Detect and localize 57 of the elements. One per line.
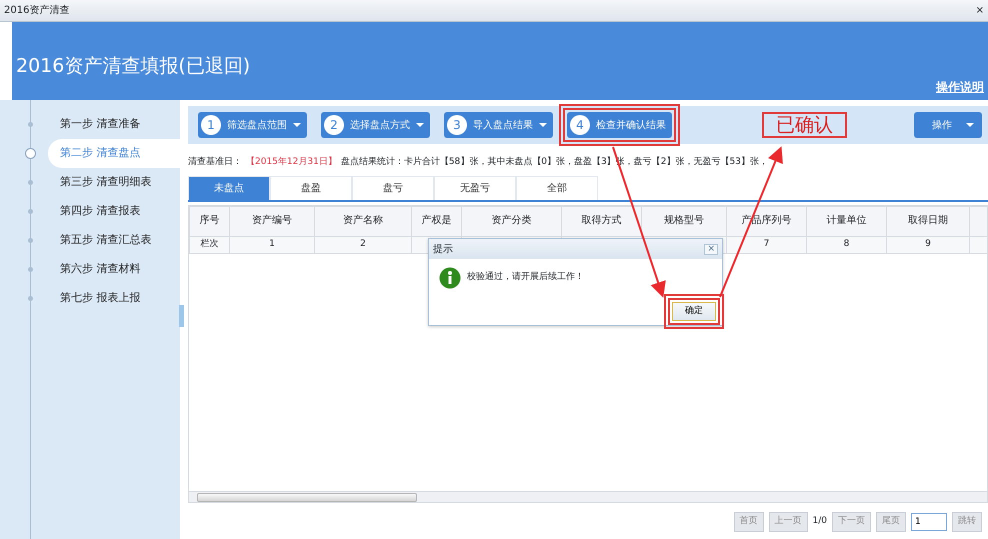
help-link[interactable]: 操作说明 (936, 78, 984, 96)
tab[interactable]: 未盘点 (188, 176, 270, 200)
info-icon (439, 267, 461, 289)
status-label: 已确认 (762, 112, 847, 138)
tab[interactable]: 无盈亏 (434, 176, 516, 200)
first-page-button[interactable]: 首页 (734, 512, 764, 532)
column-header: 序号 (190, 206, 230, 236)
page-input[interactable]: 1 (911, 512, 947, 531)
window-title: 2016资产清查 (4, 4, 70, 18)
date-label: 清查基准日： (188, 156, 242, 169)
tab[interactable]: 盘盈 (270, 176, 352, 200)
table-cell: 2 (314, 236, 412, 253)
sidebar-item[interactable]: 第一步 清查准备 (48, 110, 180, 139)
horizontal-scrollbar[interactable] (188, 491, 988, 503)
table-cell: 7 (726, 236, 806, 253)
close-icon[interactable]: × (976, 3, 984, 18)
caret-icon (293, 123, 301, 127)
sidebar-item[interactable]: 第四步 清查报表 (48, 197, 180, 226)
caret-icon (416, 123, 424, 127)
sidebar-item[interactable]: 第七步 报表上报 (48, 284, 180, 313)
column-header: 取得方式 (562, 206, 642, 236)
last-page-button[interactable]: 尾页 (876, 512, 906, 532)
close-icon[interactable]: × (704, 244, 718, 254)
next-page-button[interactable]: 下一页 (832, 512, 871, 532)
step-button[interactable]: 4 检查并确认结果 (567, 112, 672, 138)
page-title: 2016资产清查填报(已退回) (16, 54, 250, 79)
column-header: 规格型号 (642, 206, 726, 236)
sidebar-item[interactable]: 第三步 清查明细表 (48, 168, 180, 197)
caret-icon (966, 123, 974, 127)
sidebar-item[interactable]: 第二步 清查盘点 (48, 139, 180, 168)
table-cell: 9 (886, 236, 970, 253)
collapse-handle[interactable] (179, 305, 184, 327)
table-cell: 1 (230, 236, 314, 253)
tab[interactable]: 全部 (516, 176, 598, 200)
sidebar-item[interactable]: 第六步 清查材料 (48, 255, 180, 284)
column-header: 资产名称 (314, 206, 412, 236)
tab[interactable]: 盘亏 (352, 176, 434, 200)
dialog-message: 校验通过，请开展后续工作！ (467, 271, 584, 284)
step-button[interactable]: 2 选择盘点方式 (321, 112, 430, 138)
column-header: 资产编号 (230, 206, 314, 236)
column-header: 计量单位 (806, 206, 886, 236)
actions-button[interactable]: 操作 (914, 112, 982, 138)
column-header: 取得日期 (886, 206, 970, 236)
sidebar-item[interactable]: 第五步 清查汇总表 (48, 226, 180, 255)
page-indicator: 1/0 (812, 515, 827, 528)
column-header: 产权是 (412, 206, 462, 236)
table-cell: 8 (806, 236, 886, 253)
step-button[interactable]: 3 导入盘点结果 (444, 112, 553, 138)
caret-icon (539, 123, 547, 127)
table-cell: 栏次 (190, 236, 230, 253)
dialog-title: 提示 (433, 242, 453, 256)
column-header: 资产分类 (462, 206, 562, 236)
step-button[interactable]: 1 筛选盘点范围 (198, 112, 307, 138)
prev-page-button[interactable]: 上一页 (768, 512, 808, 532)
go-button[interactable]: 跳转 (952, 512, 982, 532)
ok-button[interactable]: 确定 (672, 302, 716, 321)
date-value: 【2015年12月31日】 (246, 156, 337, 169)
